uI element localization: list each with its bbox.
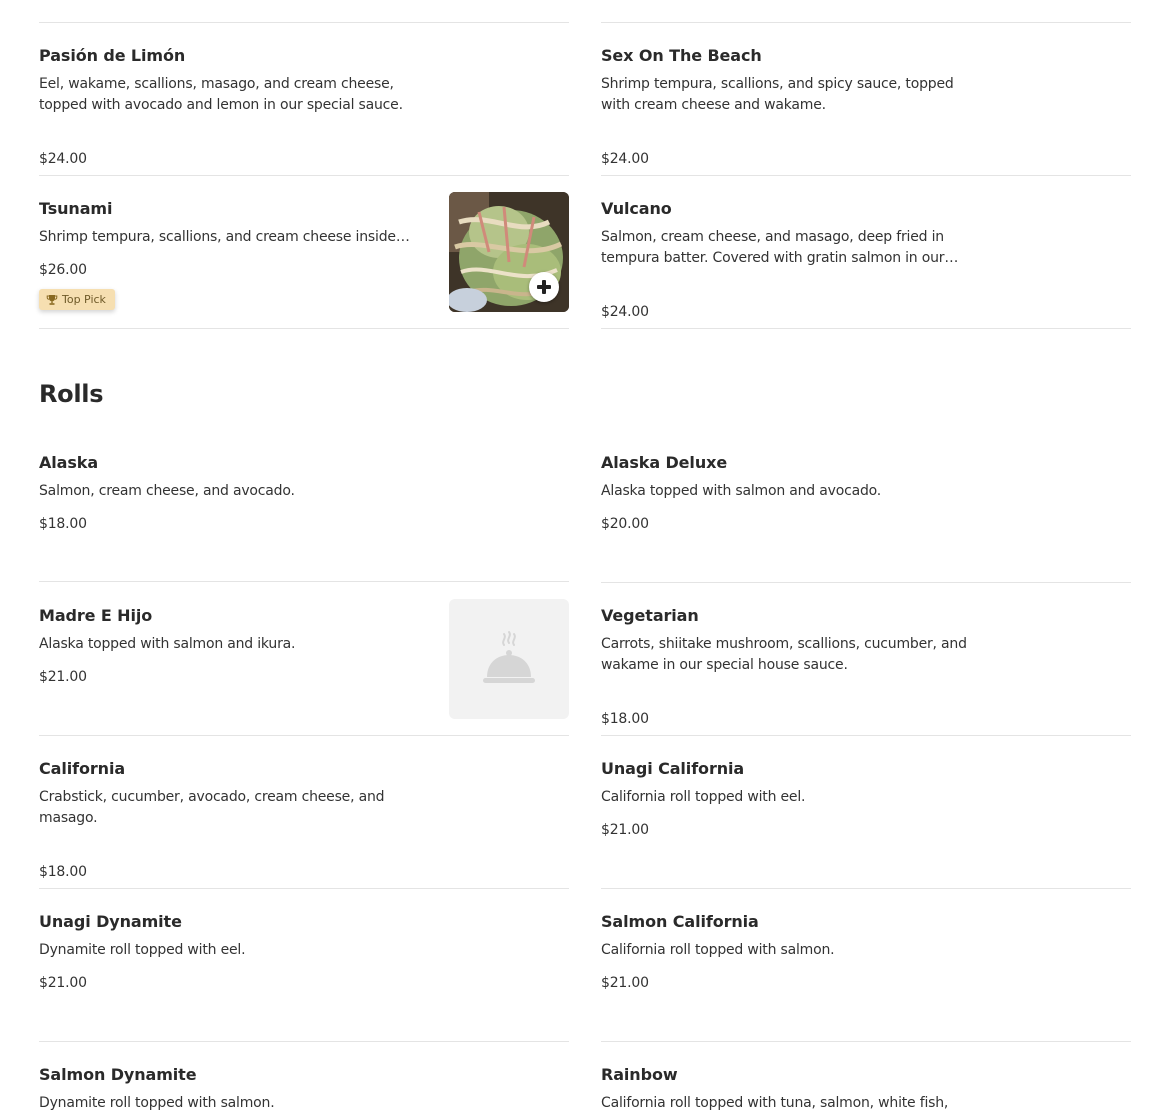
item-description: Dynamite roll topped with salmon. (39, 1095, 275, 1110)
top-pick-badge: Top Pick (39, 289, 115, 310)
item-name: Sex On The Beach (601, 46, 762, 65)
item-price: $20.00 (601, 516, 649, 532)
item-description: Alaska topped with salmon and avocado. (601, 483, 882, 499)
menu-item[interactable]: Unagi California California roll topped … (601, 735, 1131, 887)
divider (39, 328, 569, 329)
item-name: Salmon California (601, 912, 759, 931)
dish-cloche-icon (483, 631, 535, 683)
item-price: $21.00 (39, 975, 87, 991)
item-name: Rainbow (601, 1065, 678, 1084)
item-price: $21.00 (601, 822, 649, 838)
item-name: Alaska Deluxe (601, 453, 728, 472)
plus-icon (530, 273, 558, 301)
item-price: $24.00 (601, 151, 649, 167)
menu-item[interactable]: Alaska Salmon, cream cheese, and avocado… (39, 429, 569, 581)
item-photo-placeholder (449, 599, 569, 719)
item-name: Madre E Hijo (39, 606, 153, 625)
menu-item[interactable]: Vegetarian Carrots, shiitake mushroom, s… (601, 582, 1131, 734)
item-price: $26.00 (39, 262, 87, 278)
item-name: Salmon Dynamite (39, 1065, 197, 1084)
menu-item[interactable]: Unagi Dynamite Dynamite roll topped with… (39, 888, 569, 1040)
menu-item[interactable]: California Crabstick, cucumber, avocado,… (39, 735, 569, 887)
item-name: Unagi California (601, 759, 745, 778)
item-name: Alaska (39, 453, 99, 472)
menu-item[interactable]: Alaska Deluxe Alaska topped with salmon … (601, 429, 1131, 581)
item-description: Dynamite roll topped with eel. (39, 942, 246, 958)
item-name: Vegetarian (601, 606, 699, 625)
item-price: $18.00 (39, 864, 87, 880)
item-description: California roll topped with eel. (601, 789, 806, 805)
item-price: $18.00 (601, 711, 649, 727)
item-price: $21.00 (39, 669, 87, 685)
item-price: $24.00 (601, 304, 649, 320)
item-name: Unagi Dynamite (39, 912, 182, 931)
item-description: Shrimp tempura, scallions, and spicy sau… (601, 76, 954, 113)
item-description: California roll topped with tuna, salmon… (601, 1095, 949, 1110)
item-price: $24.00 (39, 151, 87, 167)
item-name: Vulcano (601, 199, 672, 218)
item-description: Crabstick, cucumber, avocado, cream chee… (39, 789, 385, 826)
item-price: $21.00 (601, 975, 649, 991)
menu-item[interactable]: Pasión de Limón Eel, wakame, scallions, … (39, 22, 569, 174)
divider (601, 328, 1131, 329)
item-description: Salmon, cream cheese, and avocado. (39, 483, 295, 499)
item-description: Alaska topped with salmon and ikura. (39, 636, 296, 652)
item-photo[interactable] (449, 192, 569, 312)
menu-item[interactable]: Rainbow California roll topped with tuna… (601, 1041, 1131, 1110)
menu-item[interactable]: Sex On The Beach Shrimp tempura, scallio… (601, 22, 1131, 174)
item-description: Shrimp tempura, scallions, and cream che… (39, 229, 401, 245)
item-description: Eel, wakame, scallions, masago, and crea… (39, 76, 403, 113)
item-description: Salmon, cream cheese, and masago, deep f… (601, 229, 945, 266)
trophy-icon (46, 294, 58, 305)
add-to-cart-button[interactable] (529, 272, 559, 302)
menu-item[interactable]: Salmon California California roll topped… (601, 888, 1131, 1040)
section-title-rolls: Rolls (39, 380, 104, 408)
item-name: Tsunami (39, 199, 113, 218)
item-name: Pasión de Limón (39, 46, 186, 65)
item-description: Carrots, shiitake mushroom, scallions, c… (601, 636, 967, 673)
item-name: California (39, 759, 126, 778)
item-description: California roll topped with salmon. (601, 942, 835, 958)
badge-label: Top Pick (62, 293, 106, 306)
menu-item[interactable]: Salmon Dynamite Dynamite roll topped wit… (39, 1041, 569, 1110)
menu-item[interactable]: Tsunami Shrimp tempura, scallions, and c… (39, 175, 569, 327)
menu-item[interactable]: Vulcano Salmon, cream cheese, and masago… (601, 175, 1131, 327)
menu-item[interactable]: Madre E Hijo Alaska topped with salmon a… (39, 582, 569, 734)
item-price: $18.00 (39, 516, 87, 532)
